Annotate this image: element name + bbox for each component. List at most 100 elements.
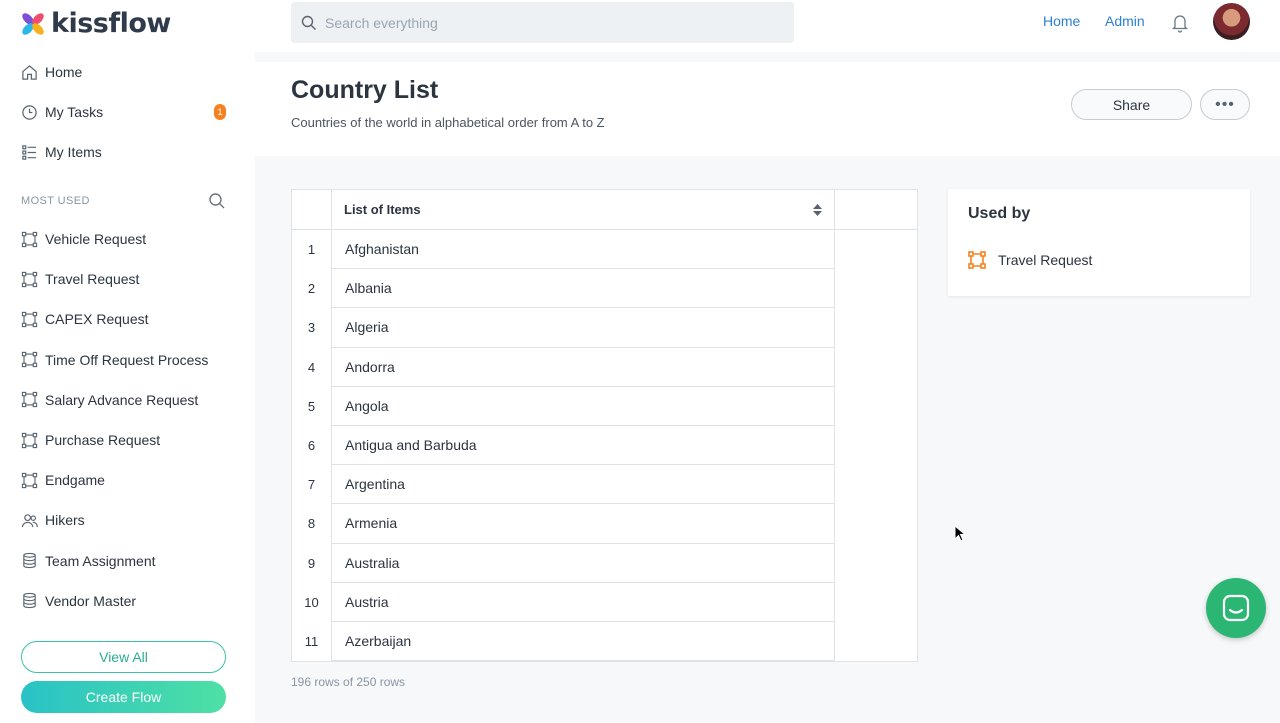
row-item-cell[interactable]: Andorra — [332, 347, 835, 387]
row-item-cell[interactable]: Albania — [332, 269, 835, 309]
view-all-button[interactable]: View All — [21, 641, 226, 673]
brand-name: kissflow — [51, 8, 171, 39]
table-row[interactable]: 3 Algeria — [292, 308, 917, 348]
flow-icon — [20, 230, 38, 248]
sidebar-flow-item[interactable]: Endgame — [20, 468, 230, 492]
sidebar-flow-label: Team Assignment — [45, 552, 156, 569]
sidebar: kissflow Home My Tasks 1 My Items MOST U… — [0, 0, 255, 723]
logo[interactable]: kissflow — [20, 8, 171, 39]
used-by-label: Travel Request — [998, 252, 1093, 268]
sidebar-flow-label: Travel Request — [45, 271, 140, 288]
nav-my-items[interactable]: My Items — [20, 140, 230, 164]
admin-link[interactable]: Admin — [1105, 13, 1145, 29]
row-empty-cell — [835, 622, 917, 661]
sidebar-flow-label: Vehicle Request — [45, 231, 147, 247]
table-row[interactable]: 7 Argentina — [292, 465, 917, 505]
row-number: 5 — [292, 386, 332, 426]
nav-home[interactable]: Home — [20, 60, 230, 84]
topbar: Home Admin — [255, 0, 1280, 52]
table-row[interactable]: 5 Angola — [292, 386, 917, 426]
row-item-cell[interactable]: Australia — [332, 543, 835, 583]
most-used-heading: MOST USED — [21, 195, 90, 207]
sidebar-flow-label: Time Off Request Process — [45, 351, 209, 368]
row-empty-cell — [835, 465, 917, 504]
row-empty-cell — [835, 426, 917, 465]
row-empty-cell — [835, 348, 917, 387]
table-row[interactable]: 2 Albania — [292, 269, 917, 309]
create-flow-button[interactable]: Create Flow — [21, 681, 226, 713]
sort-icon[interactable] — [813, 204, 822, 216]
row-item-cell[interactable]: Algeria — [332, 308, 835, 348]
used-by-panel: Used by Travel Request — [948, 189, 1250, 296]
row-count: 196 rows of 250 rows — [291, 675, 406, 689]
home-icon — [20, 63, 38, 81]
used-by-item[interactable]: Travel Request — [968, 251, 1092, 269]
search-icon[interactable] — [208, 192, 226, 210]
sidebar-flow-item[interactable]: Salary Advance Request — [20, 388, 230, 412]
sidebar-flow-item[interactable]: Travel Request — [20, 267, 230, 291]
used-by-title: Used by — [968, 205, 1031, 222]
flow-icon — [20, 391, 38, 409]
row-item-cell[interactable]: Afghanistan — [332, 230, 835, 270]
more-options-button[interactable]: ••• — [1200, 89, 1250, 120]
sidebar-flow-label: Endgame — [45, 472, 105, 489]
sidebar-flow-item[interactable]: Vendor Master — [20, 589, 230, 613]
table-row[interactable]: 4 Andorra — [292, 347, 917, 387]
row-item-cell[interactable]: Azerbaijan — [332, 621, 835, 662]
row-empty-cell — [835, 230, 917, 269]
task-count-badge: 1 — [214, 104, 226, 120]
mouse-cursor-icon — [954, 525, 966, 542]
sidebar-flow-item[interactable]: Time Off Request Process — [20, 348, 230, 372]
list-icon — [20, 143, 38, 161]
row-empty-cell — [835, 504, 917, 543]
search-input[interactable] — [325, 14, 765, 31]
flow-icon — [20, 310, 38, 328]
sidebar-flow-item[interactable]: Team Assignment — [20, 549, 230, 573]
flow-icon — [968, 251, 986, 269]
row-number: 2 — [292, 269, 332, 309]
nav-label: My Items — [45, 144, 102, 160]
global-search[interactable] — [291, 2, 794, 43]
row-item-cell[interactable]: Austria — [332, 582, 835, 622]
row-number: 11 — [292, 621, 332, 662]
sidebar-flow-item[interactable]: Purchase Request — [20, 428, 230, 452]
table-row[interactable]: 9 Australia — [292, 543, 917, 583]
row-number: 4 — [292, 347, 332, 387]
row-empty-cell — [835, 308, 917, 347]
sidebar-flow-item[interactable]: CAPEX Request — [20, 307, 230, 331]
page-header: Country List Countries of the world in a… — [255, 62, 1280, 156]
row-item-cell[interactable]: Armenia — [332, 504, 835, 544]
chat-launcher-button[interactable] — [1206, 578, 1266, 638]
row-empty-cell — [835, 583, 917, 622]
avatar[interactable] — [1213, 3, 1250, 40]
sidebar-flow-label: Purchase Request — [45, 432, 161, 448]
database-icon — [20, 592, 38, 610]
flow-icon — [20, 270, 38, 288]
sidebar-flow-item[interactable]: Hikers — [20, 508, 230, 532]
row-number: 6 — [292, 425, 332, 466]
table-row[interactable]: 10 Austria — [292, 582, 917, 622]
table-row[interactable]: 11 Azerbaijan — [292, 621, 917, 662]
page-subtitle: Countries of the world in alphabetical o… — [291, 115, 605, 130]
row-number: 7 — [292, 465, 332, 505]
chat-icon — [1222, 594, 1250, 622]
table-row[interactable]: 6 Antigua and Barbuda — [292, 425, 917, 466]
row-item-cell[interactable]: Angola — [332, 386, 835, 426]
row-empty-cell — [835, 269, 917, 308]
table-row[interactable]: 1 Afghanistan — [292, 230, 917, 270]
row-item-cell[interactable]: Argentina — [332, 465, 835, 505]
table-body: 1 Afghanistan 2 Albania 3 Algeria 4 Andorra 5 Ang… — [292, 230, 917, 662]
list-of-items-column-header[interactable]: List of Items — [332, 190, 835, 229]
sidebar-flow-label: Salary Advance Request — [45, 391, 199, 408]
nav-my-tasks[interactable]: My Tasks 1 — [20, 100, 230, 124]
table-row[interactable]: 8 Armenia — [292, 504, 917, 544]
nav-label: Home — [45, 64, 83, 80]
sidebar-flow-label: Hikers — [45, 512, 85, 529]
sidebar-flow-item[interactable]: Vehicle Request — [20, 227, 230, 251]
home-link[interactable]: Home — [1043, 13, 1080, 29]
row-number: 8 — [292, 504, 332, 544]
row-item-cell[interactable]: Antigua and Barbuda — [332, 425, 835, 466]
row-number-header — [292, 190, 332, 229]
bell-icon[interactable] — [1171, 13, 1189, 33]
share-button[interactable]: Share — [1071, 89, 1192, 120]
